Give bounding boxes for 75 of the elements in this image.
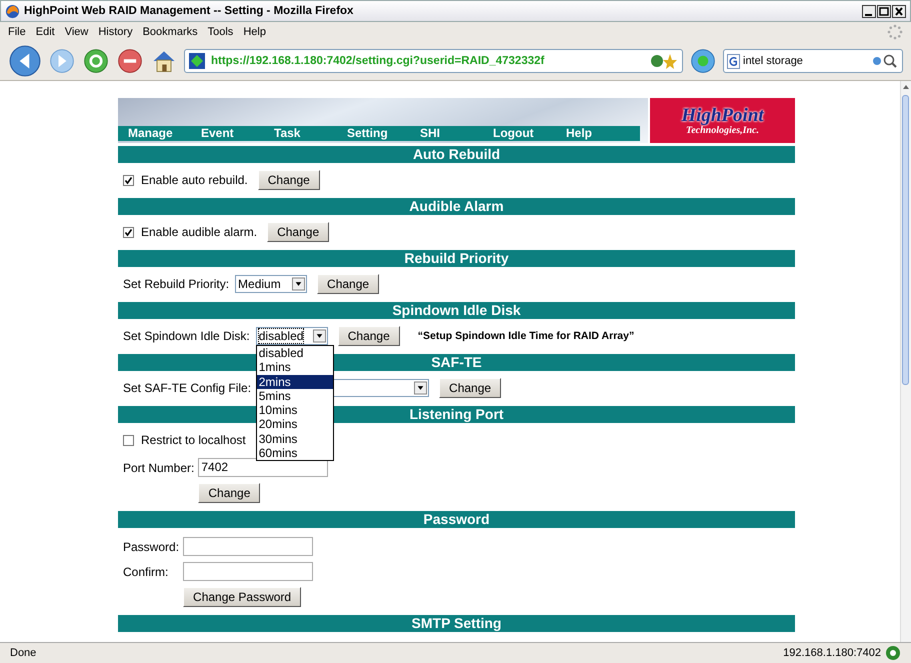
- search-icon[interactable]: [871, 53, 899, 69]
- section-header: Auto Rebuild: [118, 146, 795, 163]
- field-label: Confirm:: [123, 564, 170, 578]
- menu-item[interactable]: Edit: [36, 26, 55, 38]
- menu-item[interactable]: Help: [243, 26, 266, 38]
- menu-item[interactable]: Bookmarks: [142, 26, 198, 38]
- dropdown-option[interactable]: disabled: [256, 346, 333, 360]
- change-button[interactable]: Change: [198, 483, 260, 503]
- nav-link[interactable]: Help: [566, 126, 639, 141]
- change-button[interactable]: Change: [439, 378, 502, 398]
- back-icon[interactable]: [8, 44, 42, 78]
- stop-icon[interactable]: [116, 47, 144, 75]
- section-header: Password: [118, 511, 795, 528]
- close-icon[interactable]: [892, 4, 906, 18]
- nav-link[interactable]: Manage: [128, 126, 201, 141]
- minimize-icon[interactable]: [862, 4, 876, 18]
- search-field[interactable]: intel storage: [723, 49, 903, 73]
- section-header: Audible Alarm: [118, 198, 795, 215]
- checkbox[interactable]: [123, 174, 134, 186]
- section-header: Spindown Idle Disk: [118, 302, 795, 319]
- section-header: SMTP Setting: [118, 615, 795, 632]
- field-label: Set Spindown Idle Disk:: [123, 329, 250, 343]
- menu-item[interactable]: View: [64, 26, 88, 38]
- scroll-up-icon[interactable]: [902, 83, 910, 91]
- checkbox[interactable]: [123, 226, 134, 238]
- dropdown-option[interactable]: 30mins: [256, 432, 333, 446]
- connection-icon: [885, 645, 901, 661]
- scrollbar[interactable]: [900, 81, 911, 642]
- status-host: 192.168.1.180:7402: [783, 647, 881, 659]
- dropdown-option[interactable]: 60mins: [256, 446, 333, 460]
- field-label: Set Rebuild Priority:: [123, 277, 230, 291]
- change-button[interactable]: Change Password: [183, 587, 302, 607]
- field-label: Password:: [123, 540, 180, 554]
- dropdown[interactable]: Medium: [235, 275, 308, 293]
- reload-icon[interactable]: [82, 47, 110, 75]
- nav-link[interactable]: SHI: [420, 126, 493, 141]
- dropdown[interactable]: disabled: [256, 327, 328, 345]
- spinner-icon: [887, 24, 903, 40]
- window-title: HighPoint Web RAID Management -- Setting - Mozilla Firefox: [24, 5, 354, 17]
- search-engine-icon: [727, 54, 740, 68]
- change-button[interactable]: Change: [317, 274, 380, 294]
- password-field[interactable]: [183, 537, 314, 556]
- hint-text: “Setup Spindown Idle Time for RAID Array”: [418, 330, 634, 342]
- menu-item[interactable]: File: [8, 26, 26, 38]
- bookmark-star-icon[interactable]: [650, 53, 678, 69]
- change-button[interactable]: Change: [258, 170, 320, 190]
- logo: HighPoint Technologies,Inc.: [650, 98, 795, 143]
- input-field[interactable]: 7402: [198, 458, 328, 477]
- change-button[interactable]: Change: [338, 326, 400, 346]
- dropdown-option[interactable]: 20mins: [256, 417, 333, 432]
- dropdown-option[interactable]: 1mins: [256, 360, 333, 375]
- section-header: Rebuild Priority: [118, 250, 795, 267]
- menu-item[interactable]: Tools: [208, 26, 234, 38]
- nav-link[interactable]: Event: [201, 126, 274, 141]
- dropdown-option[interactable]: 10mins: [256, 403, 333, 418]
- checkbox-label: Enable auto rebuild.: [141, 173, 248, 187]
- nav-link[interactable]: Task: [274, 126, 347, 141]
- nav-link[interactable]: Setting: [347, 126, 420, 141]
- field-label: Set SAF-TE Config File:: [123, 381, 252, 395]
- field-label: Port Number:: [123, 460, 194, 474]
- password-field[interactable]: [183, 562, 314, 581]
- maximize-icon[interactable]: [877, 4, 891, 18]
- go-icon[interactable]: [689, 47, 717, 75]
- status-text: Done: [10, 647, 36, 659]
- checkbox[interactable]: [123, 434, 134, 446]
- dropdown-option[interactable]: 2mins: [256, 374, 333, 389]
- forward-icon[interactable]: [48, 47, 76, 75]
- checkbox-label: Restrict to localhost: [141, 433, 246, 447]
- nav-link[interactable]: Logout: [493, 126, 566, 141]
- dropdown-option[interactable]: 5mins: [256, 388, 333, 404]
- change-button[interactable]: Change: [267, 222, 330, 242]
- site-icon: [189, 53, 205, 69]
- globe-icon: [5, 4, 20, 18]
- menu-item[interactable]: History: [98, 26, 133, 38]
- checkbox-label: Enable audible alarm.: [141, 225, 258, 239]
